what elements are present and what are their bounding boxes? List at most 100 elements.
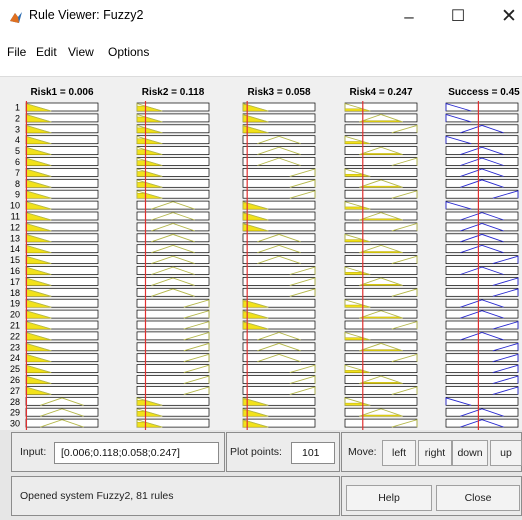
rule-number: 29 — [10, 408, 20, 418]
maximize-button[interactable]: ☐ — [443, 4, 473, 30]
rule-cell-box — [445, 178, 519, 188]
plot-points-label: Plot points: — [230, 446, 282, 458]
rule-cell-box — [136, 255, 210, 264]
rule-number: 4 — [15, 135, 20, 145]
rule-cell-box — [445, 211, 519, 221]
rule-number: 30 — [10, 419, 20, 429]
help-button[interactable]: Help — [346, 485, 432, 511]
status-panel: Opened system Fuzzy2, 81 rules — [11, 476, 340, 516]
rule-number: 22 — [10, 331, 20, 341]
status-text: Opened system Fuzzy2, 81 rules — [20, 490, 174, 502]
move-down-button[interactable]: down — [452, 440, 488, 466]
rule-cell-box — [136, 222, 210, 232]
minimize-button[interactable]: – — [394, 4, 424, 30]
rule-cell-box — [242, 233, 316, 243]
move-label: Move: — [348, 446, 377, 458]
rule-cell-box — [445, 244, 519, 254]
menu-bar: File Edit View Options — [0, 40, 522, 64]
rule-cell-box — [242, 255, 316, 264]
fired-area — [359, 185, 403, 188]
rule-cell-box — [445, 331, 519, 341]
rule-cell-box — [242, 135, 316, 145]
rule-number: 18 — [10, 288, 20, 298]
input-label: Input: — [20, 446, 47, 458]
menu-options[interactable]: Options — [108, 45, 149, 59]
rule-number: 7 — [15, 168, 20, 178]
rule-number: 21 — [10, 321, 20, 331]
rule-cell-box — [136, 244, 210, 254]
matlab-app-icon — [10, 12, 22, 23]
rule-number: 23 — [10, 342, 20, 352]
rule-number: 8 — [15, 179, 20, 189]
rule-cell-box — [136, 211, 210, 221]
fired-area — [359, 251, 403, 253]
rule-cell-box — [136, 277, 210, 286]
rule-number: 9 — [15, 190, 20, 200]
rule-number: 13 — [10, 233, 20, 243]
control-panel: Input: [0.006;0.118;0.058;0.247] Plot po… — [0, 430, 522, 520]
rule-cell-box — [445, 157, 519, 166]
rule-number: 2 — [15, 113, 20, 123]
rule-cell-box — [242, 146, 316, 155]
rule-plot-svg: Risk1 = 0.006 Risk2 = 0.118 Risk3 = 0.058 R… — [10, 87, 520, 431]
rule-number: 5 — [15, 146, 20, 156]
fired-area — [359, 349, 403, 352]
fired-area — [359, 382, 403, 384]
move-right-button[interactable]: right — [418, 440, 452, 466]
close-button[interactable]: Close — [436, 485, 520, 511]
column-header-2: Risk2 = 0.118 — [142, 87, 205, 98]
menu-file[interactable]: File — [7, 45, 26, 59]
rule-number: 11 — [11, 212, 20, 222]
rule-cell-box — [445, 222, 519, 232]
column-header-3: Risk3 = 0.058 — [247, 87, 311, 98]
rule-cell-box — [445, 233, 519, 243]
rule-cell-box — [136, 233, 210, 243]
rule-cell-box — [242, 244, 316, 254]
rule-number: 28 — [10, 397, 20, 407]
rule-cell-box — [25, 407, 99, 417]
rule-cell-box — [25, 396, 99, 406]
rule-cell-box — [136, 200, 210, 210]
rule-number: 26 — [10, 375, 20, 385]
rule-cell-box — [445, 407, 519, 417]
fired-area — [359, 414, 403, 417]
rule-cell-box — [242, 342, 316, 352]
rule-cell-box — [445, 418, 519, 428]
fired-area — [359, 120, 403, 123]
menu-edit[interactable]: Edit — [36, 45, 57, 59]
move-up-button[interactable]: up — [490, 440, 522, 466]
plot-points-field[interactable]: 101 — [291, 442, 335, 464]
move-panel: Move: left right down up — [341, 432, 522, 472]
close-window-button[interactable]: ✕ — [494, 4, 522, 30]
fired-area — [359, 218, 403, 221]
rule-number: 15 — [10, 255, 20, 265]
rule-number: 1 — [15, 103, 20, 113]
input-panel: Input: [0.006;0.118;0.058;0.247] — [11, 432, 225, 472]
rule-number: 24 — [10, 353, 20, 363]
rule-number: 27 — [10, 386, 20, 396]
rule-number: 3 — [15, 124, 20, 134]
rule-cell-box — [25, 418, 99, 428]
rule-number: 12 — [10, 222, 20, 232]
fired-area — [359, 283, 403, 286]
rule-plot-area: Risk1 = 0.006 Risk2 = 0.118 Risk3 = 0.058 R… — [0, 76, 522, 431]
title-bar: Rule Viewer: Fuzzy2 – ☐ ✕ — [0, 0, 522, 34]
action-panel: Help Close — [341, 476, 522, 516]
menu-view[interactable]: View — [68, 45, 94, 59]
rule-cell-box — [445, 266, 519, 275]
rule-cell-box — [242, 157, 316, 166]
rule-cell-box — [242, 331, 316, 341]
rule-number: 6 — [15, 157, 20, 167]
rule-number: 20 — [10, 310, 20, 320]
input-vector-field[interactable]: [0.006;0.118;0.058;0.247] — [54, 442, 219, 464]
rule-cell-box — [242, 353, 316, 363]
column-header-5: Success = 0.45 — [448, 87, 520, 98]
window-title: Rule Viewer: Fuzzy2 — [29, 8, 144, 22]
rule-cell-box — [445, 146, 519, 155]
plot-points-panel: Plot points: 101 — [226, 432, 340, 472]
move-left-button[interactable]: left — [382, 440, 416, 466]
rule-cell-box — [136, 287, 210, 297]
rule-number: 14 — [10, 244, 20, 254]
column-header-1: Risk1 = 0.006 — [30, 87, 94, 98]
rule-number: 16 — [10, 266, 20, 276]
